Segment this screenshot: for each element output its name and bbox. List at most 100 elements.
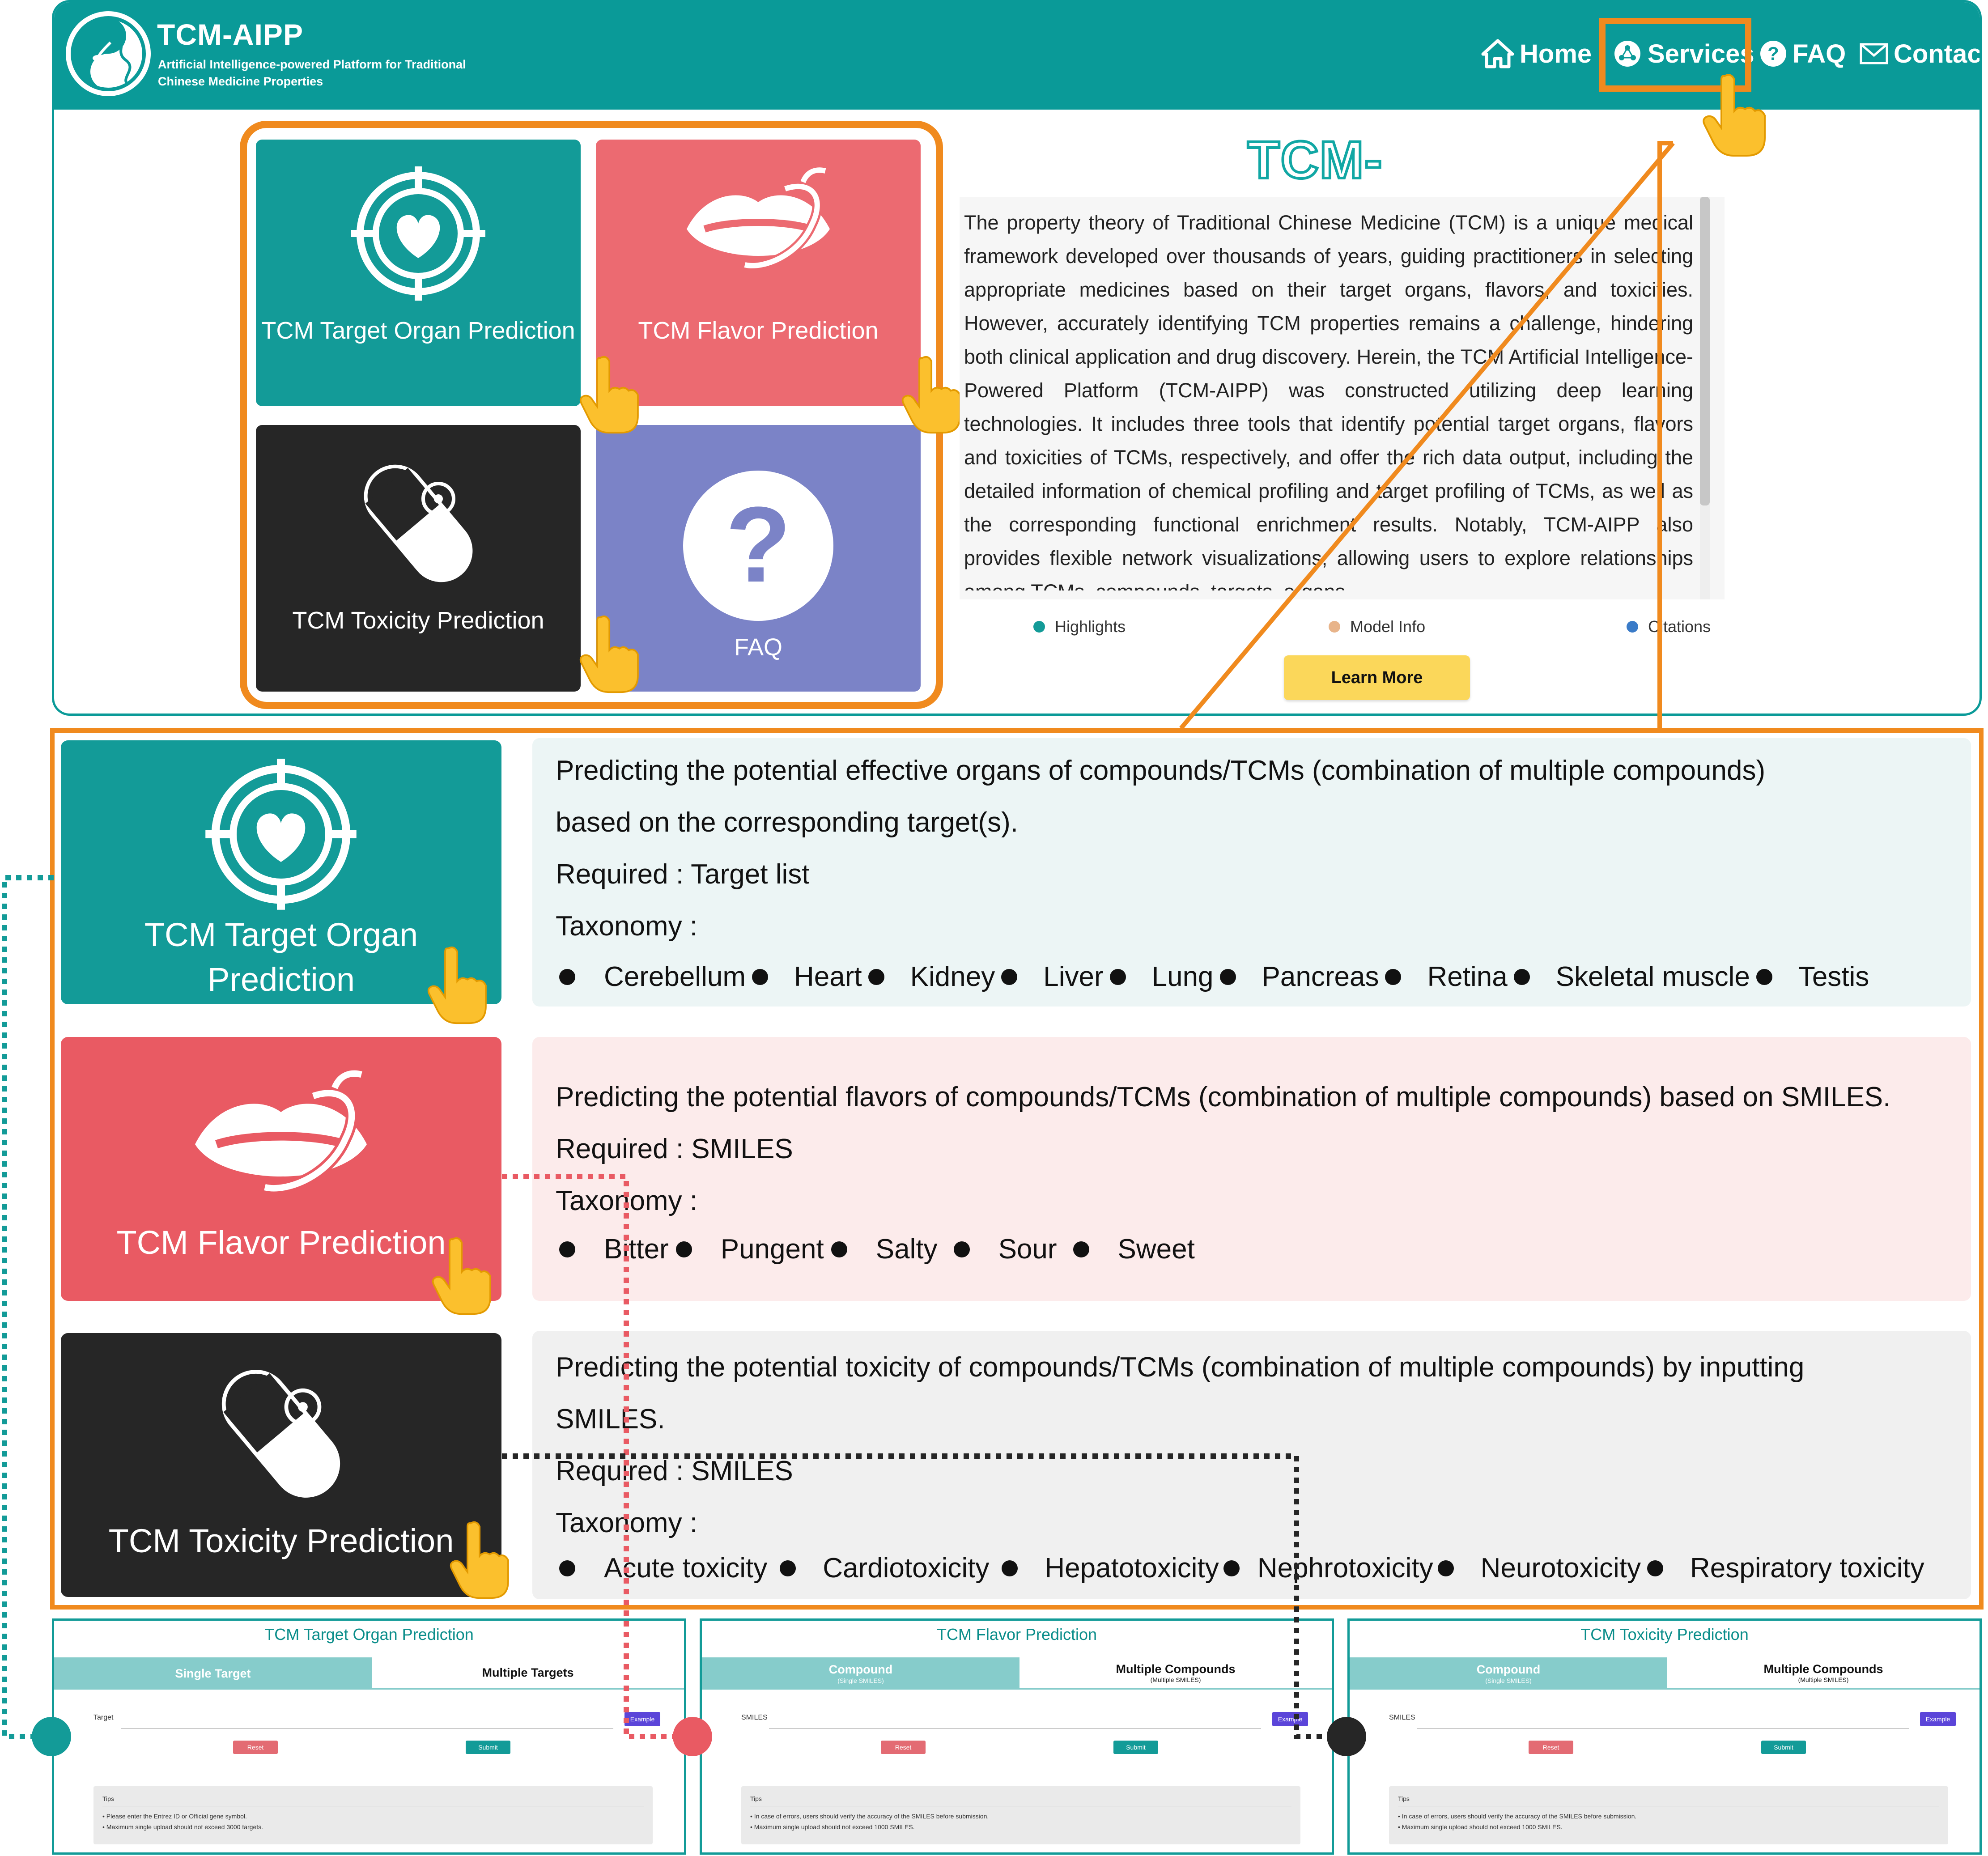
tile-flavor[interactable]: TCM Flavor Prediction — [596, 140, 921, 406]
bullet — [675, 1241, 692, 1257]
organ-taxonomy-list: Cerebellum Heart Kidney Liver Lung Pancr… — [559, 961, 1869, 993]
logo[interactable] — [66, 11, 151, 96]
submit-button[interactable]: Submit — [466, 1741, 510, 1754]
nav-faq[interactable]: ? FAQ — [1759, 34, 1846, 74]
tab-sublabel: (Multiple SMILES) — [1150, 1676, 1201, 1684]
tab-single[interactable]: Single Target — [54, 1657, 372, 1690]
example-button[interactable]: Example — [1920, 1712, 1956, 1726]
taxonomy-item: Liver — [1043, 961, 1104, 992]
tip: Please enter the Entrez ID or Official g… — [106, 1813, 247, 1820]
smiles-input[interactable] — [1417, 1715, 1909, 1729]
target-heart-icon — [205, 759, 357, 910]
tab-highlights[interactable]: Highlights — [1033, 617, 1126, 636]
field-label: Target — [93, 1714, 114, 1721]
submit-button[interactable]: Submit — [1761, 1741, 1806, 1754]
tile-toxicity-label: TCM Toxicity Prediction — [292, 607, 544, 634]
taxonomy-item: Sweet — [1117, 1234, 1195, 1265]
field-label: SMILES — [741, 1714, 768, 1721]
form-toxicity: TCM Toxicity Prediction Compound (Single … — [1347, 1618, 1982, 1855]
tile-faq[interactable]: ? FAQ — [596, 425, 921, 692]
tab-citations[interactable]: Citations — [1627, 617, 1711, 636]
form-title: TCM Toxicity Prediction — [1580, 1625, 1749, 1644]
tab-highlights-label: Highlights — [1055, 617, 1126, 636]
flavor-desc-line1: Predicting the potential flavors of comp… — [556, 1082, 1891, 1113]
home-icon — [1481, 39, 1514, 68]
bullet — [1109, 968, 1126, 985]
highlights-dot — [1033, 621, 1045, 633]
tab-label: Compound — [1476, 1663, 1541, 1677]
learn-more-button[interactable]: Learn More — [1284, 655, 1470, 700]
reset-button[interactable]: Reset — [233, 1741, 278, 1754]
tab-multiple[interactable]: Multiple Compounds (Multiple SMILES) — [1019, 1657, 1332, 1690]
reset-button[interactable]: Reset — [1529, 1741, 1573, 1754]
tab-model-info[interactable]: Model Info — [1329, 617, 1425, 636]
target-input[interactable] — [121, 1715, 613, 1729]
question-icon: ? — [683, 471, 833, 621]
brand-name[interactable]: TCM-AIPP — [157, 17, 303, 51]
form-flavor: TCM Flavor Prediction Compound (Single SM… — [700, 1618, 1334, 1855]
bullet — [752, 968, 769, 985]
flavor-taxonomy-list: Bitter Pungent Salty Sour Sweet — [559, 1233, 1195, 1265]
card-toxicity[interactable]: TCM Toxicity Prediction — [61, 1333, 501, 1597]
pointer-hand-icon — [450, 1521, 509, 1599]
bullet — [868, 968, 884, 985]
nav-home-label: Home — [1520, 39, 1592, 68]
lips-pepper-icon — [687, 167, 830, 271]
tox-desc-line2: SMILES. — [556, 1404, 665, 1435]
taxonomy-item: Cerebellum — [604, 961, 746, 992]
tab-single[interactable]: Compound (Single SMILES) — [702, 1657, 1019, 1690]
tips-title: Tips — [102, 1793, 644, 1806]
tile-target-organ[interactable]: TCM Target Organ Prediction — [256, 140, 581, 406]
smiles-input[interactable] — [769, 1715, 1261, 1729]
organ-desc-line2: based on the corresponding target(s). — [556, 807, 1018, 838]
tab-label: Single Target — [175, 1666, 251, 1680]
submit-button[interactable]: Submit — [1113, 1741, 1158, 1754]
tip: In case of errors, users should verify t… — [1402, 1813, 1637, 1820]
nav-home[interactable]: Home — [1481, 34, 1592, 74]
nav-faq-label: FAQ — [1793, 39, 1846, 68]
tab-sublabel: (Single SMILES) — [1485, 1677, 1532, 1684]
tab-multiple[interactable]: Multiple Targets — [372, 1657, 684, 1690]
nav-contact-label: Contact — [1894, 39, 1982, 68]
taxonomy-item: Salty — [875, 1234, 938, 1265]
bullet — [1756, 968, 1772, 985]
bullet — [1385, 968, 1402, 985]
tab-single[interactable]: Compound (Single SMILES) — [1350, 1657, 1667, 1690]
nav-contact[interactable]: Contact — [1860, 34, 1982, 74]
taxonomy-item: Bitter — [604, 1234, 669, 1265]
bullet — [1513, 968, 1530, 985]
tab-multiple[interactable]: Multiple Compounds (Multiple SMILES) — [1667, 1657, 1980, 1690]
tips-box: Tips • Please enter the Entrez ID or Off… — [93, 1786, 653, 1844]
flavor-taxonomy-label: Taxonomy : — [556, 1185, 698, 1216]
taxonomy-item: Pungent — [720, 1234, 824, 1265]
taxonomy-item: Neurotoxicity — [1480, 1553, 1641, 1584]
about-scrollbar-thumb[interactable] — [1700, 197, 1710, 505]
card-toxicity-label: TCM Toxicity Prediction — [108, 1522, 454, 1559]
taxonomy-item: Sour — [998, 1234, 1057, 1265]
taxonomy-item: Heart — [794, 961, 862, 992]
citations-dot — [1627, 621, 1638, 633]
taxonomy-item: Testis — [1798, 961, 1869, 992]
tab-citations-label: Citations — [1648, 617, 1711, 636]
bullet — [1647, 1560, 1663, 1576]
form-title: TCM Target Organ Prediction — [264, 1625, 474, 1644]
tab-label: Multiple Compounds — [1116, 1662, 1236, 1676]
bullet — [780, 1560, 796, 1576]
tips-title: Tips — [750, 1793, 1291, 1806]
tile-toxicity[interactable]: TCM Toxicity Prediction — [256, 425, 581, 692]
tile-faq-label: FAQ — [734, 634, 783, 661]
tab-sublabel: (Single SMILES) — [837, 1677, 884, 1684]
bullet — [559, 968, 575, 985]
reset-button[interactable]: Reset — [881, 1741, 926, 1754]
taxonomy-item: Cardiotoxicity — [823, 1553, 990, 1584]
tile-flavor-label: TCM Flavor Prediction — [638, 317, 879, 344]
tips-box: Tips • In case of errors, users should v… — [1389, 1786, 1948, 1844]
tab-sublabel: (Multiple SMILES) — [1798, 1676, 1849, 1684]
pointer-hand-icon — [579, 615, 639, 693]
example-button[interactable]: Example — [1272, 1712, 1308, 1726]
example-button[interactable]: Example — [624, 1712, 660, 1726]
tip: In case of errors, users should verify t… — [754, 1813, 989, 1820]
taxonomy-item: Pancreas — [1262, 961, 1379, 992]
lips-pepper-icon — [195, 1070, 367, 1194]
taxonomy-item: Nephrotoxicity — [1257, 1553, 1433, 1584]
